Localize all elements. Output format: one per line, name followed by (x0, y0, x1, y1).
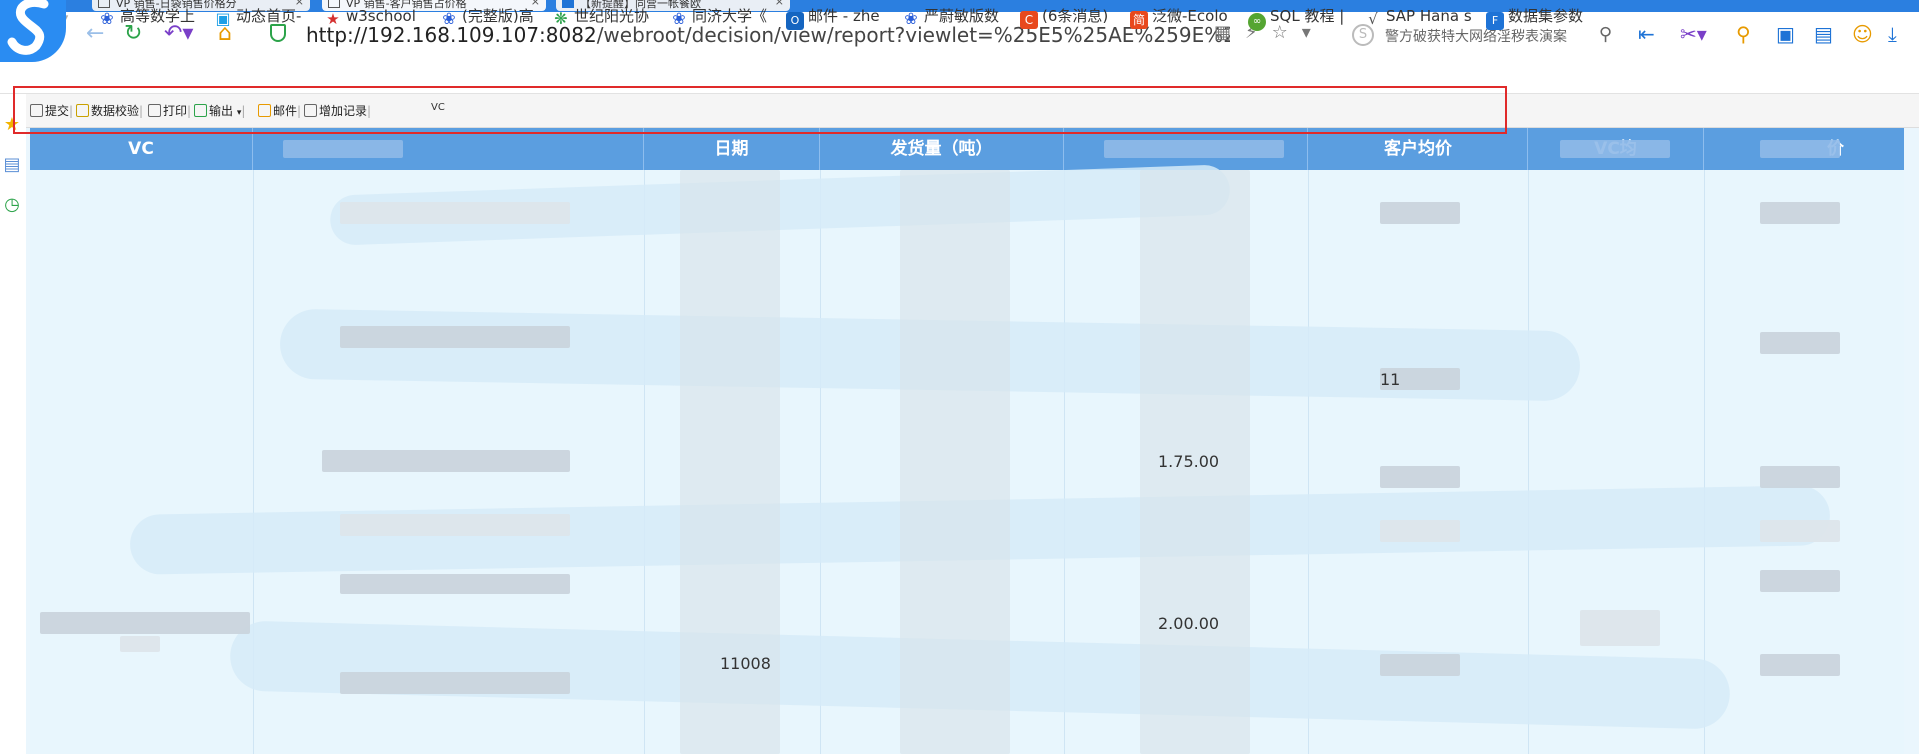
login-icon[interactable]: ⇤ (1638, 20, 1655, 48)
bookmark-item[interactable]: O 邮件 - zhe (786, 5, 880, 30)
bookmark-label: 同济大学《 (692, 7, 768, 25)
table-header: VC 日期 发货量（吨） 客户均价 VC均 价 (30, 128, 1904, 170)
bookmark-item[interactable]: √ SAP Hana s (1364, 5, 1472, 28)
baidu-paw-icon: ❀ (672, 9, 686, 28)
bookmark-item[interactable]: ▣ 动态首页- (214, 5, 302, 28)
redacted-cell (340, 574, 570, 594)
scissors-icon[interactable]: ✂▾ (1680, 20, 1707, 48)
bilibili-icon: ▣ (215, 9, 231, 28)
search-input[interactable]: 警方破获特大网络淫秽表演案 (1385, 26, 1567, 46)
redacted-block (283, 140, 403, 158)
baidu-paw-icon: ❀ (442, 9, 456, 28)
finereport-icon: F (1486, 12, 1504, 30)
bookmark-label: SQL 教程 | (1270, 7, 1345, 25)
bookmark-label: 动态首页- (236, 7, 302, 25)
bookmark-label: 世纪阳光协 (574, 7, 650, 25)
download-icon[interactable]: ⤓ (1888, 20, 1897, 48)
redacted-cell (1580, 610, 1660, 646)
redacted-block (1760, 140, 1840, 158)
close-icon[interactable]: × (775, 0, 784, 7)
redacted-block (1104, 140, 1284, 158)
side-panel: ★ ▤ ◷ (0, 94, 26, 754)
bookmark-label: 严蔚敏版数 (924, 7, 1000, 25)
bookmark-label: w3school (346, 7, 416, 25)
cell-value: 2.00.00 (1158, 614, 1220, 633)
highlight-box (13, 86, 1507, 134)
bookmark-item[interactable]: 简泛微-Ecolo (1130, 5, 1228, 29)
bookmark-label: 高等数学上 (120, 7, 196, 25)
bookmark-label: 邮件 - zhe (808, 7, 880, 25)
runoob-icon: ∞ (1248, 13, 1266, 31)
smiley-icon[interactable]: ☺ (1852, 20, 1873, 48)
bookmark-item[interactable]: F 数据集参数 (1486, 5, 1584, 30)
column-header[interactable]: 发货量（吨） (820, 128, 1064, 170)
redacted-cell (1380, 202, 1460, 224)
table-body: 11 11008 1.75.00 2.00.00 (30, 164, 1904, 754)
bookmark-item[interactable]: ❀ 高等数学上 (98, 5, 196, 28)
outlook-icon: O (786, 12, 804, 30)
csdn-icon: C (1020, 11, 1038, 29)
jian-icon: 简 (1130, 11, 1148, 29)
bookmark-item[interactable]: ❀ 严蔚敏版数 (902, 5, 1000, 28)
redacted-cell (1760, 202, 1840, 224)
bookmark-label: SAP Hana s (1386, 7, 1472, 25)
baidu-paw-icon: ❀ (904, 9, 918, 28)
cell-value: 11 (1380, 370, 1401, 389)
clock-icon[interactable]: ◷ (2, 194, 22, 215)
redacted-cell (1380, 654, 1460, 676)
bookmark-item[interactable]: ★ w3school (324, 5, 416, 28)
redacted-cell (340, 326, 570, 348)
bookmark-item[interactable]: ❋ 世纪阳光协 (552, 5, 650, 28)
bookmark-label: (完整版)高 (462, 7, 534, 25)
translate-icon[interactable]: ▣ (1776, 20, 1795, 48)
redacted-cell (1380, 520, 1460, 542)
tablet-icon[interactable]: ▤ (2, 154, 22, 175)
bookmark-item[interactable]: ❀ (完整版)高 (440, 5, 534, 28)
redacted-cell (1760, 332, 1840, 354)
bookmark-label: (6条消息) (1042, 7, 1109, 25)
bookmark-item[interactable]: ∞ SQL 教程 | (1248, 5, 1345, 31)
redacted-cell (1760, 654, 1840, 676)
sogou-browser-logo[interactable] (0, 0, 66, 62)
redacted-block (1560, 140, 1670, 158)
redacted-cell (1760, 520, 1840, 542)
cell-value: 1.75.00 (1158, 452, 1220, 471)
redacted-cell (120, 636, 160, 652)
redacted-cell (40, 612, 250, 634)
search-icon[interactable]: ⚲ (1599, 24, 1612, 45)
bookmark-label: 泛微-Ecolo (1152, 7, 1228, 25)
redacted-cell (340, 202, 570, 224)
w3school-icon: ★ (326, 10, 340, 28)
bookmark-item[interactable]: C (6条消息) (1020, 5, 1109, 29)
redacted-cell (1380, 466, 1460, 488)
bookmark-item[interactable]: ❀ 同济大学《 (670, 5, 768, 28)
browser-window: { "browser": { "tabs": [ {"label": "VP 销… (0, 0, 1919, 754)
redacted-cell (1760, 570, 1840, 592)
sap-icon: √ (1368, 10, 1378, 28)
column-header[interactable]: 日期 (644, 128, 820, 170)
baidu-paw-icon: ❀ (100, 9, 114, 28)
leaf-icon: ❋ (554, 9, 568, 28)
cell-value: 11008 (720, 654, 771, 673)
column-header[interactable]: 客户均价 (1308, 128, 1528, 170)
window-icon[interactable]: ▤ (1814, 20, 1833, 48)
column-header[interactable]: VC (30, 128, 253, 170)
redacted-column (900, 170, 1010, 754)
redacted-cell (1760, 466, 1840, 488)
redacted-cell (322, 450, 570, 472)
report-page: ★ ▤ ◷ 提交| 数据校验| 打印| 输出 ▾| 邮件| 增加记录| VC 日… (0, 94, 1919, 754)
key-icon[interactable]: ⚲ (1736, 20, 1751, 48)
redacted-cell (340, 672, 570, 694)
redacted-cell (340, 514, 570, 536)
bookmark-label: 数据集参数 (1508, 7, 1584, 25)
